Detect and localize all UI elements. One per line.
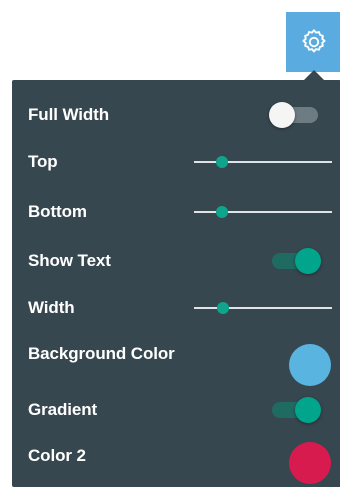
full-width-label: Full Width	[28, 105, 109, 124]
top-slider[interactable]	[194, 152, 332, 172]
slider-thumb[interactable]	[215, 156, 228, 168]
toggle-knob	[295, 397, 321, 423]
row-show-text: Show Text	[12, 246, 340, 276]
show-text-label: Show Text	[28, 251, 111, 270]
bottom-slider[interactable]	[194, 202, 332, 222]
toggle-knob	[269, 102, 295, 128]
row-top: Top	[12, 150, 340, 174]
slider-thumb[interactable]	[215, 206, 228, 218]
settings-panel: Full Width Top Bottom Show Text Width Ba…	[12, 80, 340, 487]
bottom-label: Bottom	[28, 202, 87, 221]
slider-thumb[interactable]	[216, 302, 229, 314]
gradient-label: Gradient	[28, 400, 98, 419]
row-background-color: Background Color	[12, 342, 340, 386]
width-label: Width	[28, 298, 75, 317]
color-2-label: Color 2	[28, 446, 86, 465]
toggle-knob	[295, 248, 321, 274]
gradient-toggle[interactable]	[269, 395, 321, 425]
full-width-toggle[interactable]	[269, 100, 321, 130]
background-color-label: Background Color	[28, 344, 175, 363]
show-text-toggle[interactable]	[269, 246, 321, 276]
width-slider[interactable]	[194, 298, 332, 318]
top-label: Top	[28, 152, 58, 171]
row-bottom: Bottom	[12, 200, 340, 224]
slider-rail	[194, 211, 332, 213]
page: Full Width Top Bottom Show Text Width Ba…	[0, 0, 340, 487]
slider-rail	[194, 307, 332, 309]
background-color-swatch[interactable]	[289, 344, 331, 386]
row-color-2: Color 2	[12, 442, 340, 486]
panel-pointer-arrow	[304, 70, 324, 80]
color-2-swatch[interactable]	[289, 442, 331, 484]
slider-rail	[194, 161, 332, 163]
row-full-width: Full Width	[12, 100, 340, 130]
gear-icon	[301, 29, 326, 53]
row-width: Width	[12, 296, 340, 320]
settings-button[interactable]	[286, 12, 340, 72]
row-gradient: Gradient	[12, 395, 340, 425]
